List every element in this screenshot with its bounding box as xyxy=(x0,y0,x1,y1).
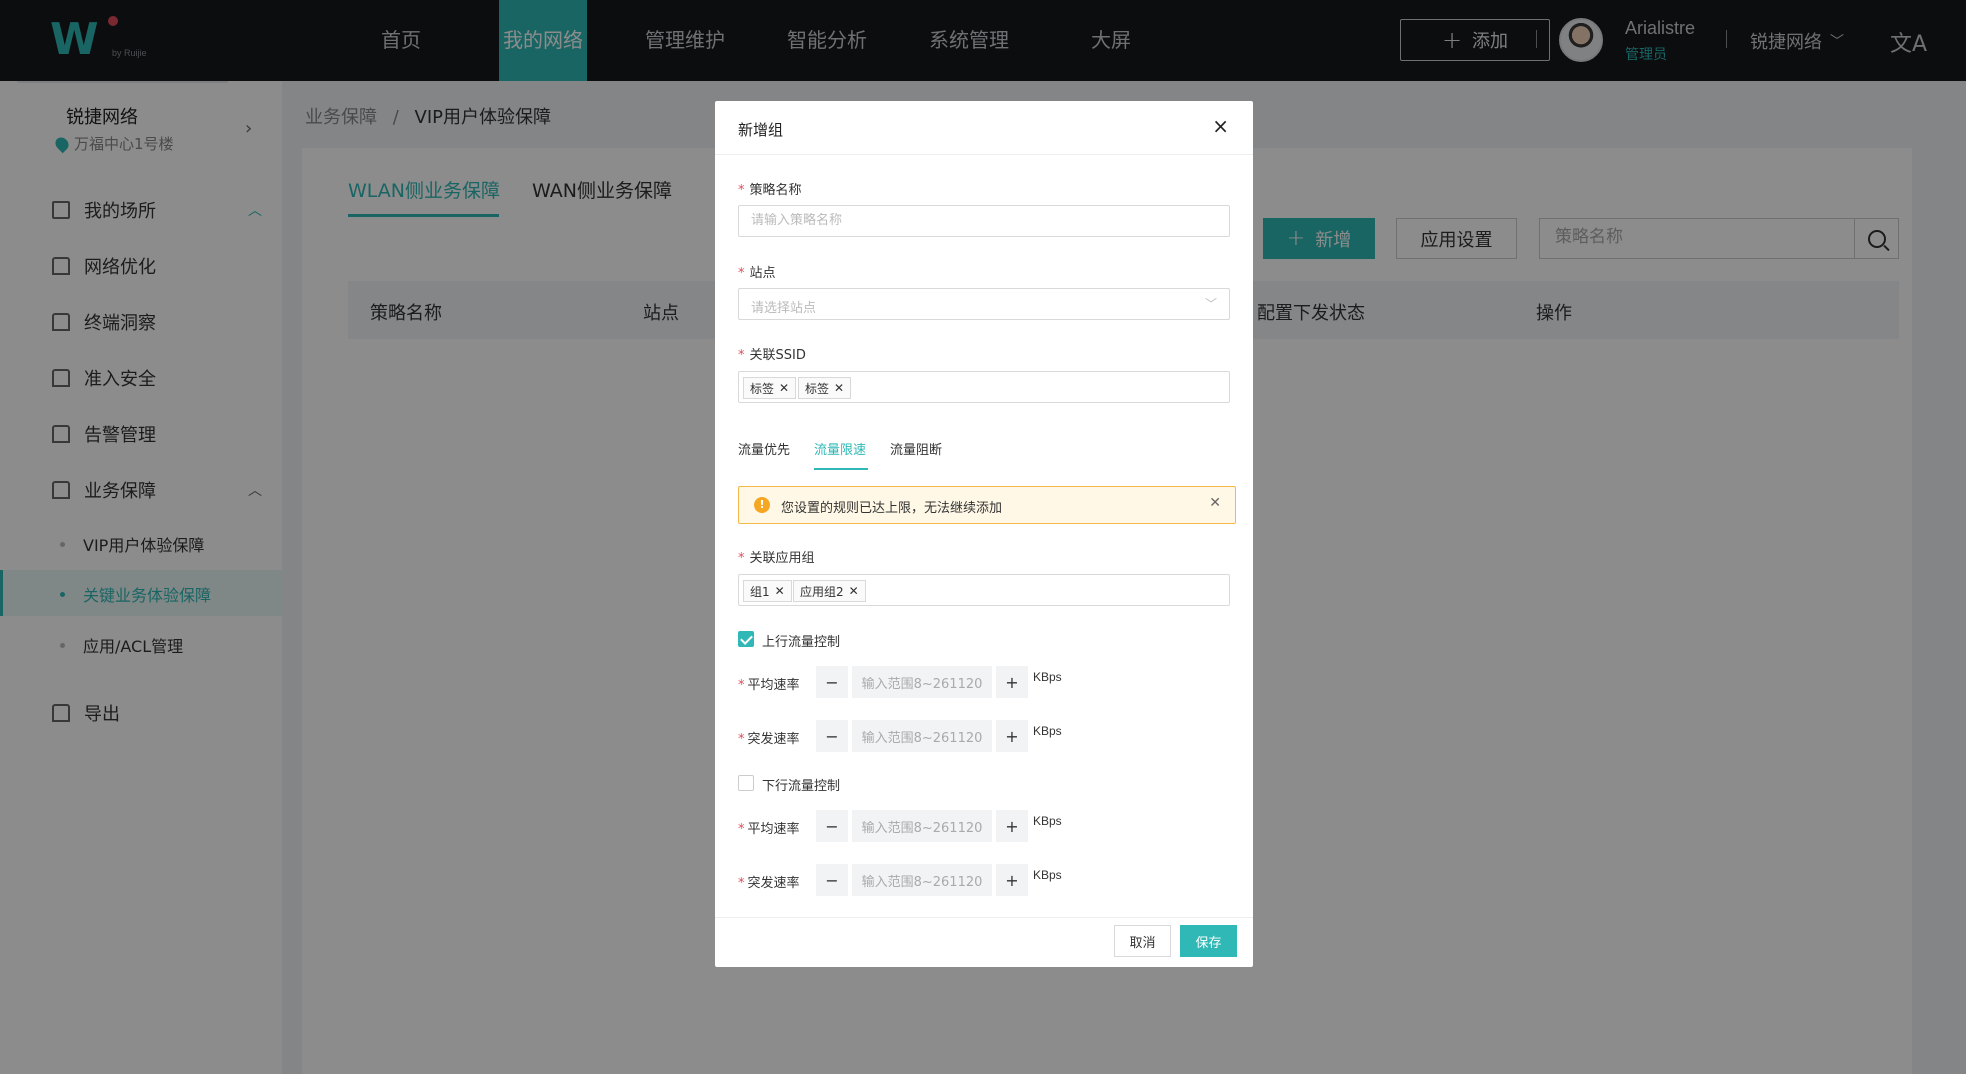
ssid-label-text: 关联SSID xyxy=(749,348,806,363)
cancel-button[interactable]: 取消 xyxy=(1114,925,1171,957)
warning-alert: ! 您设置的规则已达上限，无法继续添加 ✕ xyxy=(738,486,1236,524)
tab-traffic-block[interactable]: 流量阻断 xyxy=(890,439,942,458)
app-group-tag: 应用组2 ✕ xyxy=(793,580,866,602)
rate-label-text: 突发速率 xyxy=(747,876,800,891)
uplink-burst-rate-label: * 突发速率 xyxy=(738,732,800,747)
minus-button[interactable]: − xyxy=(816,666,848,698)
close-icon[interactable]: ✕ xyxy=(834,381,844,395)
dialog-title: 新增组 xyxy=(738,121,784,139)
close-icon[interactable]: ✕ xyxy=(779,381,789,395)
site-label: * 站点 xyxy=(738,266,776,281)
rate-label-text: 平均速率 xyxy=(747,822,800,837)
rate-input[interactable]: 输入范围8~261120 xyxy=(852,666,992,698)
rate-input[interactable]: 输入范围8~261120 xyxy=(852,810,992,842)
plus-button[interactable]: + xyxy=(996,810,1028,842)
ssid-tag-label: 标签 xyxy=(805,381,830,396)
plus-button[interactable]: + xyxy=(996,720,1028,752)
policy-name-label: * 策略名称 xyxy=(738,183,802,198)
alert-message: 您设置的规则已达上限，无法继续添加 xyxy=(781,501,1003,516)
rate-unit: KBps xyxy=(1033,670,1062,684)
traffic-tabs: 流量优先 流量限速 流量阻断 xyxy=(738,439,942,458)
ssid-tag-input[interactable]: 标签 ✕ 标签 ✕ xyxy=(738,371,1230,403)
minus-button[interactable]: − xyxy=(816,864,848,896)
uplink-avg-rate-label: * 平均速率 xyxy=(738,678,800,693)
minus-button[interactable]: − xyxy=(816,810,848,842)
downlink-checkbox[interactable] xyxy=(738,775,754,791)
tab-traffic-limit[interactable]: 流量限速 xyxy=(814,439,866,458)
rate-unit: KBps xyxy=(1033,868,1062,882)
downlink-label: 下行流量控制 xyxy=(762,779,841,794)
ssid-tag: 标签 ✕ xyxy=(743,377,797,399)
close-icon[interactable]: ✕ xyxy=(849,584,859,598)
chevron-down-icon: ﹀ xyxy=(1204,297,1217,311)
rate-input[interactable]: 输入范围8~261120 xyxy=(852,720,992,752)
new-group-dialog: 新增组 × *策略名称 *站点 请选择站点 ﹀ *关联SSID 标签 ✕ 标签 … xyxy=(715,101,1253,967)
close-icon[interactable]: × xyxy=(1212,114,1229,138)
policy-name-input[interactable] xyxy=(751,213,1191,228)
rate-label-text: 突发速率 xyxy=(747,732,800,747)
uplink-avg-rate-stepper: − 输入范围8~261120 + xyxy=(816,666,1028,698)
ssid-tag-label: 标签 xyxy=(750,381,775,396)
plus-button[interactable]: + xyxy=(996,864,1028,896)
uplink-checkbox[interactable] xyxy=(738,631,754,647)
plus-button[interactable]: + xyxy=(996,666,1028,698)
uplink-label: 上行流量控制 xyxy=(762,635,841,650)
downlink-burst-rate-stepper: − 输入范围8~261120 + xyxy=(816,864,1028,896)
policy-name-label-text: 策略名称 xyxy=(749,183,802,198)
rate-unit: KBps xyxy=(1033,814,1062,828)
app-group-tag-label: 应用组2 xyxy=(800,584,844,599)
app-group-tag: 组1 ✕ xyxy=(743,580,792,602)
rate-input[interactable]: 输入范围8~261120 xyxy=(852,864,992,896)
ssid-tag: 标签 ✕ xyxy=(798,377,852,399)
app-group-label: * 关联应用组 xyxy=(738,551,815,566)
dialog-header: 新增组 × xyxy=(715,101,1253,155)
ssid-label: * 关联SSID xyxy=(738,348,806,363)
uplink-burst-rate-stepper: − 输入范围8~261120 + xyxy=(816,720,1028,752)
tab-traffic-priority[interactable]: 流量优先 xyxy=(738,439,790,458)
site-label-text: 站点 xyxy=(749,266,776,281)
tab-active-indicator xyxy=(814,468,868,470)
warning-icon: ! xyxy=(754,497,770,513)
rate-label-text: 平均速率 xyxy=(747,678,800,693)
app-group-label-text: 关联应用组 xyxy=(749,551,815,566)
close-icon[interactable]: ✕ xyxy=(1209,495,1221,511)
downlink-avg-rate-stepper: − 输入范围8~261120 + xyxy=(816,810,1028,842)
policy-name-field xyxy=(738,205,1230,237)
downlink-burst-rate-label: * 突发速率 xyxy=(738,876,800,891)
save-button[interactable]: 保存 xyxy=(1180,925,1237,957)
app-group-tag-input[interactable]: 组1 ✕ 应用组2 ✕ xyxy=(738,574,1230,606)
dialog-footer xyxy=(715,917,1253,967)
site-select[interactable]: 请选择站点 ﹀ xyxy=(738,288,1230,320)
rate-unit: KBps xyxy=(1033,724,1062,738)
downlink-avg-rate-label: * 平均速率 xyxy=(738,822,800,837)
close-icon[interactable]: ✕ xyxy=(775,584,785,598)
app-group-tag-label: 组1 xyxy=(750,584,770,599)
minus-button[interactable]: − xyxy=(816,720,848,752)
site-select-placeholder: 请选择站点 xyxy=(751,301,817,316)
